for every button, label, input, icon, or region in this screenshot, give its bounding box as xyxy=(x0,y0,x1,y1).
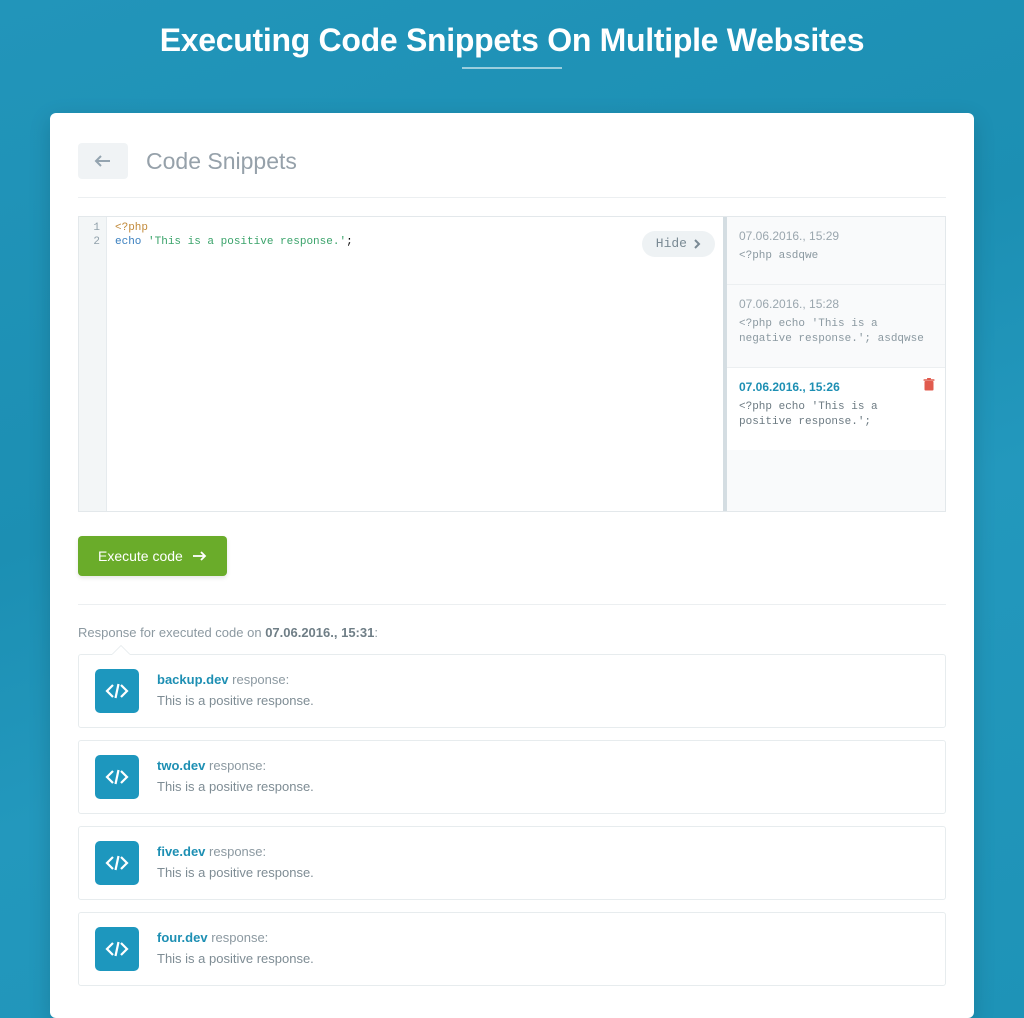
response-timestamp: 07.06.2016., 15:31 xyxy=(265,625,374,640)
response-body: five.dev response: This is a positive re… xyxy=(157,841,314,885)
response-item: five.dev response: This is a positive re… xyxy=(78,826,946,900)
title-underline xyxy=(462,67,562,69)
arrow-right-icon xyxy=(193,551,207,561)
code-line-1: <?php xyxy=(115,221,715,235)
code-editor[interactable]: <?php echo 'This is a positive response.… xyxy=(107,217,723,511)
editor-area: 1 2 <?php echo 'This is a positive respo… xyxy=(78,216,946,512)
back-button[interactable] xyxy=(78,143,128,179)
panel-header: Code Snippets xyxy=(78,143,946,198)
main-card: Code Snippets 1 2 <?php echo 'This is a … xyxy=(50,113,974,1018)
response-item: four.dev response: This is a positive re… xyxy=(78,912,946,986)
delete-history-button[interactable] xyxy=(923,378,935,391)
history-panel: 07.06.2016., 15:29 <?php asdqwe 07.06.20… xyxy=(723,217,945,511)
history-timestamp: 07.06.2016., 15:29 xyxy=(739,229,933,243)
response-body: two.dev response: This is a positive res… xyxy=(157,755,314,799)
response-body: four.dev response: This is a positive re… xyxy=(157,927,314,971)
response-item: two.dev response: This is a positive res… xyxy=(78,740,946,814)
code-icon xyxy=(95,669,139,713)
response-text: This is a positive response. xyxy=(157,951,314,966)
response-prefix: Response for executed code on xyxy=(78,625,265,640)
response-body: backup.dev response: This is a positive … xyxy=(157,669,314,713)
page-title-text: Executing Code Snippets On Multiple Webs… xyxy=(160,22,865,58)
response-label: response: xyxy=(229,672,290,687)
trash-icon xyxy=(923,378,935,391)
response-label: response: xyxy=(205,844,266,859)
history-item[interactable]: 07.06.2016., 15:28 <?php echo 'This is a… xyxy=(727,284,945,367)
history-item[interactable]: 07.06.2016., 15:29 <?php asdqwe xyxy=(727,217,945,284)
line-number: 2 xyxy=(85,235,100,249)
response-suffix: : xyxy=(374,625,378,640)
history-timestamp: 07.06.2016., 15:26 xyxy=(739,380,933,394)
response-site[interactable]: four.dev xyxy=(157,930,208,945)
response-site[interactable]: five.dev xyxy=(157,844,205,859)
history-timestamp: 07.06.2016., 15:28 xyxy=(739,297,933,311)
back-arrow-icon xyxy=(94,154,112,168)
history-snippet: <?php asdqwe xyxy=(739,249,933,264)
response-item: backup.dev response: This is a positive … xyxy=(78,654,946,728)
response-text: This is a positive response. xyxy=(157,865,314,880)
response-text: This is a positive response. xyxy=(157,693,314,708)
section-title: Code Snippets xyxy=(146,148,297,175)
response-list: backup.dev response: This is a positive … xyxy=(78,654,946,986)
response-site[interactable]: backup.dev xyxy=(157,672,229,687)
response-arrow-icon xyxy=(112,646,130,655)
execute-label: Execute code xyxy=(98,548,183,564)
response-text: This is a positive response. xyxy=(157,779,314,794)
execute-code-button[interactable]: Execute code xyxy=(78,536,227,576)
response-label: response: xyxy=(208,930,269,945)
line-gutter: 1 2 xyxy=(79,217,107,511)
hide-history-button[interactable]: Hide xyxy=(642,231,715,257)
hide-label: Hide xyxy=(656,237,687,251)
code-icon xyxy=(95,927,139,971)
response-header: Response for executed code on 07.06.2016… xyxy=(78,625,946,640)
chevron-right-icon xyxy=(693,238,701,250)
page-title: Executing Code Snippets On Multiple Webs… xyxy=(0,0,1024,89)
history-snippet: <?php echo 'This is a negative response.… xyxy=(739,317,933,347)
code-icon xyxy=(95,841,139,885)
response-label: response: xyxy=(205,758,266,773)
code-line-2: echo 'This is a positive response.'; xyxy=(115,235,715,249)
divider xyxy=(78,604,946,605)
history-item-active[interactable]: 07.06.2016., 15:26 <?php echo 'This is a… xyxy=(723,367,945,450)
response-site[interactable]: two.dev xyxy=(157,758,205,773)
line-number: 1 xyxy=(85,221,100,235)
history-snippet: <?php echo 'This is a positive response.… xyxy=(739,400,933,430)
code-icon xyxy=(95,755,139,799)
